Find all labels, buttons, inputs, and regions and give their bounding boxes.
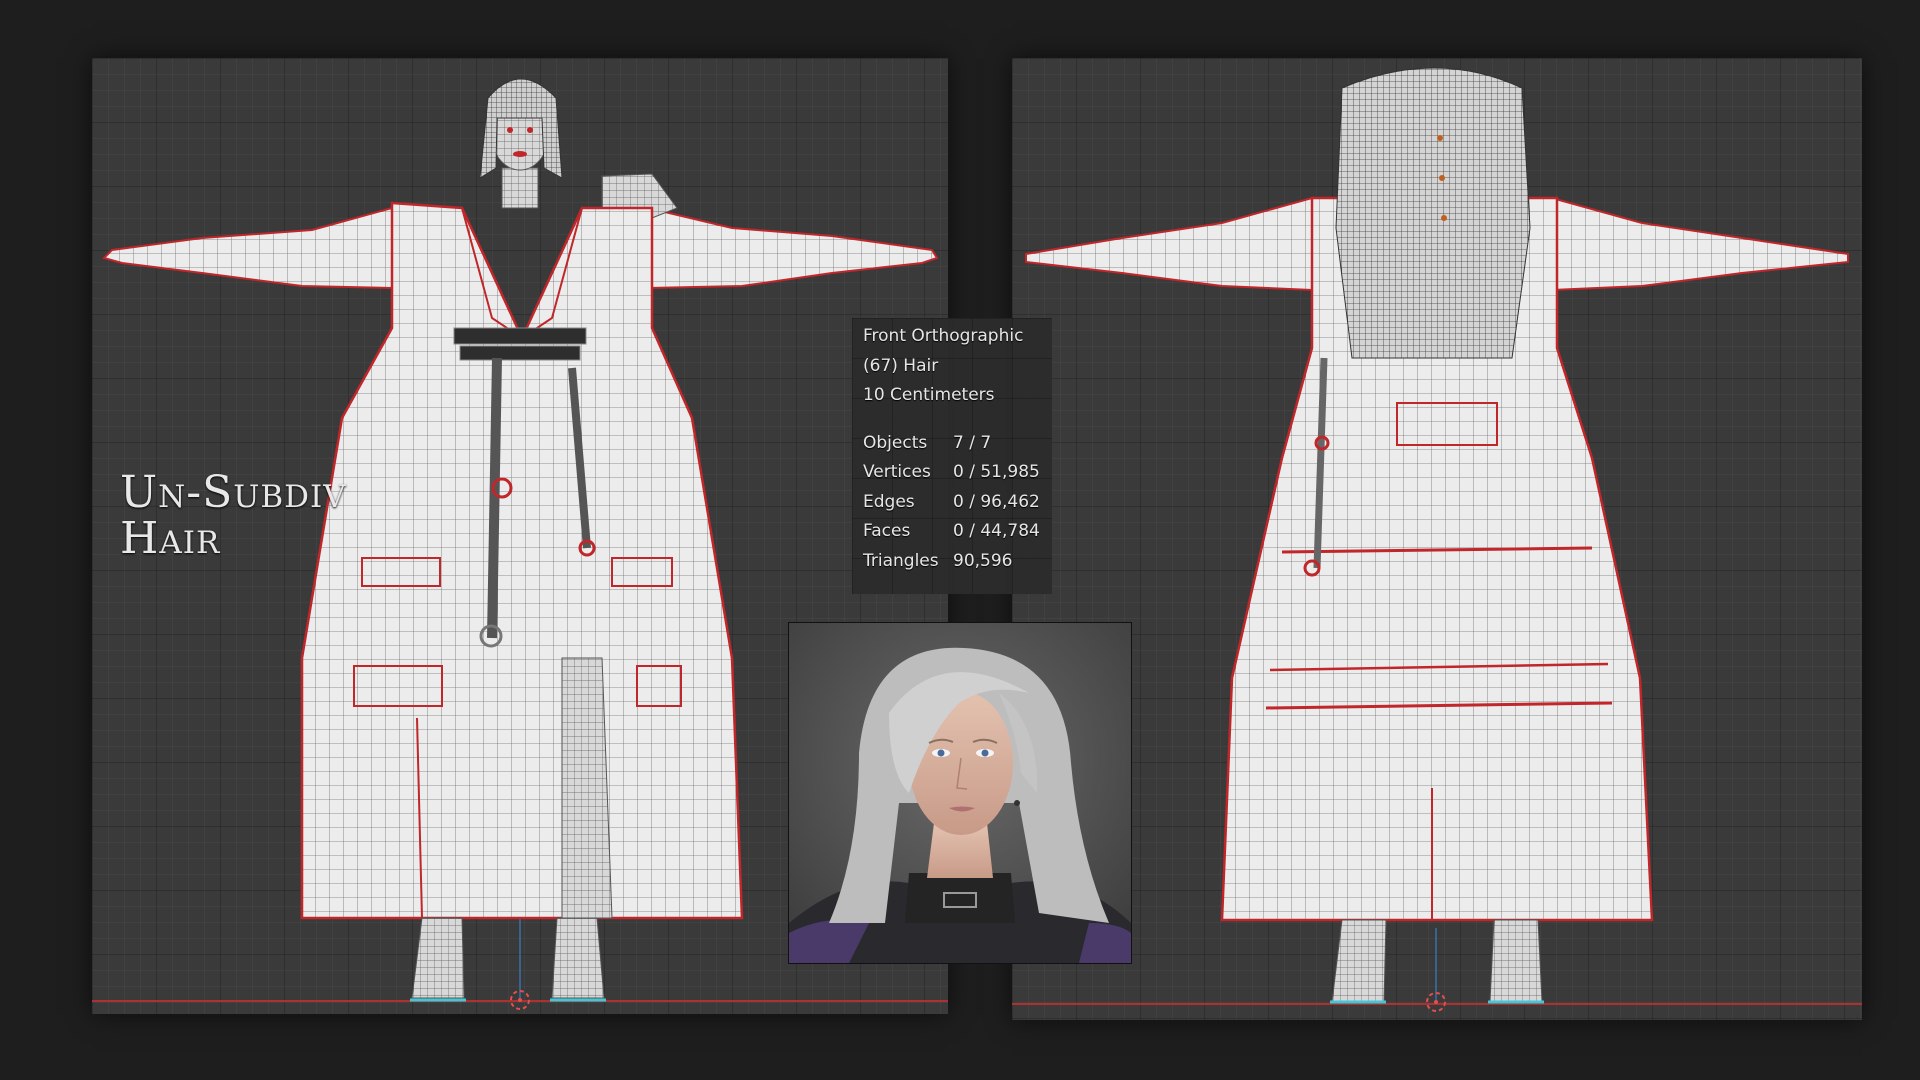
stat-row: Objects 7 / 7 [863, 432, 992, 453]
caption-label: Un-Subdiv Hair [120, 470, 347, 562]
grid-scale: 10 Centimeters [863, 385, 995, 405]
back-viewport[interactable] [1012, 58, 1862, 1020]
stat-row: Vertices 0 / 51,985 [863, 462, 1040, 482]
portrait-render [788, 622, 1132, 964]
stat-row: Edges 0 / 96,462 [863, 491, 1040, 512]
viewport-stats-overlay: Front Orthographic (67) Hair 10 Centimet… [852, 318, 1052, 594]
stat-row: Triangles 90,596 [863, 550, 1013, 571]
view-name: Front Orthographic [863, 326, 1024, 346]
back-character-wireframe [1012, 67, 1862, 1012]
stat-row: Faces 0 / 44,784 [863, 521, 1040, 541]
caption-line-1: Un-Subdiv [120, 467, 347, 518]
caption-line-2: Hair [120, 513, 221, 564]
active-object: (67) Hair [863, 355, 939, 376]
